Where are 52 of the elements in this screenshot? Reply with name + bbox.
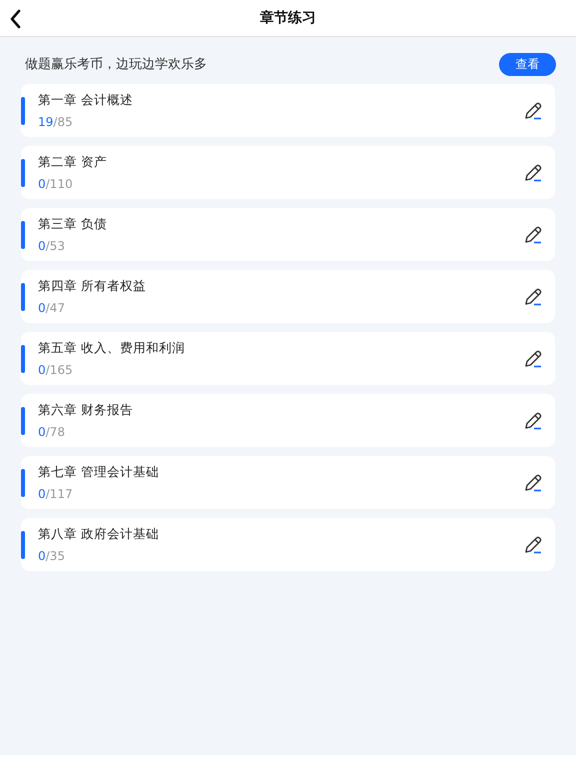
chapter-title: 第四章 所有者权益: [38, 278, 147, 295]
chapter-title: 第七章 管理会计基础: [38, 464, 160, 481]
total-count: /78: [46, 425, 65, 439]
pencil-icon[interactable]: [523, 286, 543, 306]
chapter-card[interactable]: 第二章 资产 0/110: [21, 146, 555, 199]
pencil-icon[interactable]: [523, 472, 543, 492]
accent-bar: [21, 282, 25, 310]
accent-bar: [21, 344, 25, 372]
done-count: 0: [38, 487, 46, 501]
done-count: 19: [38, 115, 54, 129]
done-count: 0: [38, 363, 46, 377]
total-count: /165: [46, 363, 73, 377]
chapter-card[interactable]: 第三章 负债 0/53: [21, 208, 555, 261]
done-count: 0: [38, 177, 46, 191]
chapter-card[interactable]: 第八章 政府会计基础 0/35: [21, 518, 555, 571]
accent-bar: [21, 158, 25, 186]
total-count: /35: [46, 549, 65, 563]
pencil-icon[interactable]: [523, 100, 543, 120]
done-count: 0: [38, 549, 46, 563]
accent-bar: [21, 406, 25, 434]
done-count: 0: [38, 425, 46, 439]
total-count: /117: [46, 487, 73, 501]
chapter-title: 第三章 负债: [38, 216, 108, 233]
chapter-title: 第一章 会计概述: [38, 92, 134, 109]
page-title: 章节练习: [260, 9, 316, 27]
chapter-title: 第五章 收入、费用和利润: [38, 340, 186, 357]
view-button[interactable]: 查看: [499, 52, 556, 76]
done-count: 0: [38, 239, 46, 253]
done-count: 0: [38, 301, 46, 315]
total-count: /110: [46, 177, 73, 191]
total-count: /53: [46, 239, 65, 253]
chapter-title: 第二章 资产: [38, 154, 108, 171]
chapter-title: 第八章 政府会计基础: [38, 526, 160, 543]
pencil-icon[interactable]: [523, 410, 543, 430]
total-count: /47: [46, 301, 65, 315]
accent-bar: [21, 468, 25, 496]
pencil-icon[interactable]: [523, 348, 543, 368]
chapter-card[interactable]: 第七章 管理会计基础 0/117: [21, 456, 555, 509]
pencil-icon[interactable]: [523, 162, 543, 182]
accent-bar: [21, 96, 25, 124]
chapter-card[interactable]: 第五章 收入、费用和利润 0/165: [21, 332, 555, 385]
accent-bar: [21, 220, 25, 248]
chapter-title: 第六章 财务报告: [38, 402, 134, 419]
chapter-card[interactable]: 第四章 所有者权益 0/47: [21, 270, 555, 323]
pencil-icon[interactable]: [523, 224, 543, 244]
total-count: /85: [53, 115, 73, 129]
back-icon[interactable]: [9, 9, 21, 29]
chapter-card[interactable]: 第六章 财务报告 0/78: [21, 394, 555, 447]
pencil-icon[interactable]: [523, 534, 543, 554]
promo-text: 做题赢乐考币，边玩边学欢乐多: [25, 56, 207, 73]
accent-bar: [21, 530, 25, 558]
chapter-card[interactable]: 第一章 会计概述 19/85: [21, 84, 555, 137]
